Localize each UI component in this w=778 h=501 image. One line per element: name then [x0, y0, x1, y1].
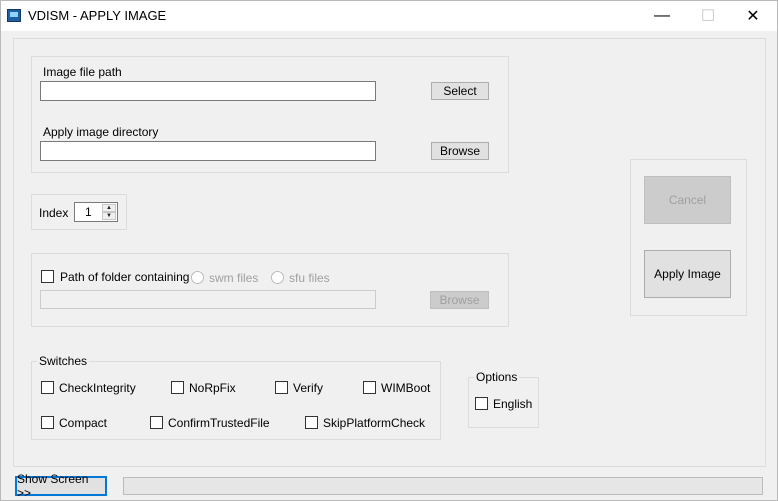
apply-dir-label: Apply image directory [43, 125, 159, 139]
verify-label: Verify [293, 381, 324, 395]
split-browse-button[interactable]: Browse [430, 291, 489, 309]
select-button[interactable]: Select [431, 82, 489, 100]
image-path-label: Image file path [43, 65, 122, 79]
confirmtrustedfile-label: ConfirmTrustedFile [168, 416, 270, 430]
close-button[interactable]: ✕ [730, 1, 776, 31]
compact-checkbox[interactable] [41, 416, 54, 429]
window-title: VDISM - APPLY IMAGE [28, 8, 167, 23]
chevron-down-icon[interactable]: ▼ [102, 212, 116, 220]
image-path-input[interactable] [40, 81, 376, 101]
index-value: 1 [85, 205, 92, 219]
progress-bar [123, 477, 763, 495]
checkintegrity-checkbox[interactable] [41, 381, 54, 394]
sfu-label: sfu files [289, 271, 330, 285]
sfu-radio[interactable] [271, 271, 284, 284]
cancel-button[interactable]: Cancel [644, 176, 731, 224]
norpfix-label: NoRpFix [189, 381, 236, 395]
title-bar: VDISM - APPLY IMAGE — ☐ ✕ [1, 1, 777, 31]
english-checkbox[interactable] [475, 397, 488, 410]
checkintegrity-label: CheckIntegrity [59, 381, 136, 395]
swm-label: swm files [209, 271, 259, 285]
index-stepper[interactable]: 1 ▲ ▼ [74, 202, 118, 222]
skipplatformcheck-label: SkipPlatformCheck [323, 416, 426, 430]
apply-dir-input[interactable] [40, 141, 376, 161]
confirmtrustedfile-checkbox[interactable] [150, 416, 163, 429]
path-folder-checkbox[interactable] [41, 270, 54, 283]
split-folder-input[interactable] [40, 290, 376, 309]
options-title: Options [474, 370, 520, 384]
chevron-up-icon[interactable]: ▲ [102, 204, 116, 212]
apply-image-button[interactable]: Apply Image [644, 250, 731, 298]
maximize-icon: ☐ [700, 8, 716, 25]
index-label: Index [39, 206, 69, 220]
wimboot-checkbox[interactable] [363, 381, 376, 394]
norpfix-checkbox[interactable] [171, 381, 184, 394]
skipplatformcheck-checkbox[interactable] [305, 416, 318, 429]
switches-title: Switches [37, 354, 90, 368]
swm-radio[interactable] [191, 271, 204, 284]
close-icon: ✕ [746, 8, 760, 25]
show-screen-button[interactable]: Show Screen >> [15, 472, 107, 500]
english-label: English [493, 397, 533, 411]
app-icon [7, 9, 21, 22]
path-folder-label: Path of folder containing [60, 270, 190, 284]
minimize-icon: — [654, 7, 670, 24]
verify-checkbox[interactable] [275, 381, 288, 394]
minimize-button[interactable]: — [639, 1, 685, 31]
compact-label: Compact [59, 416, 108, 430]
browse-button[interactable]: Browse [431, 142, 489, 160]
maximize-button[interactable]: ☐ [685, 1, 731, 31]
wimboot-label: WIMBoot [381, 381, 431, 395]
